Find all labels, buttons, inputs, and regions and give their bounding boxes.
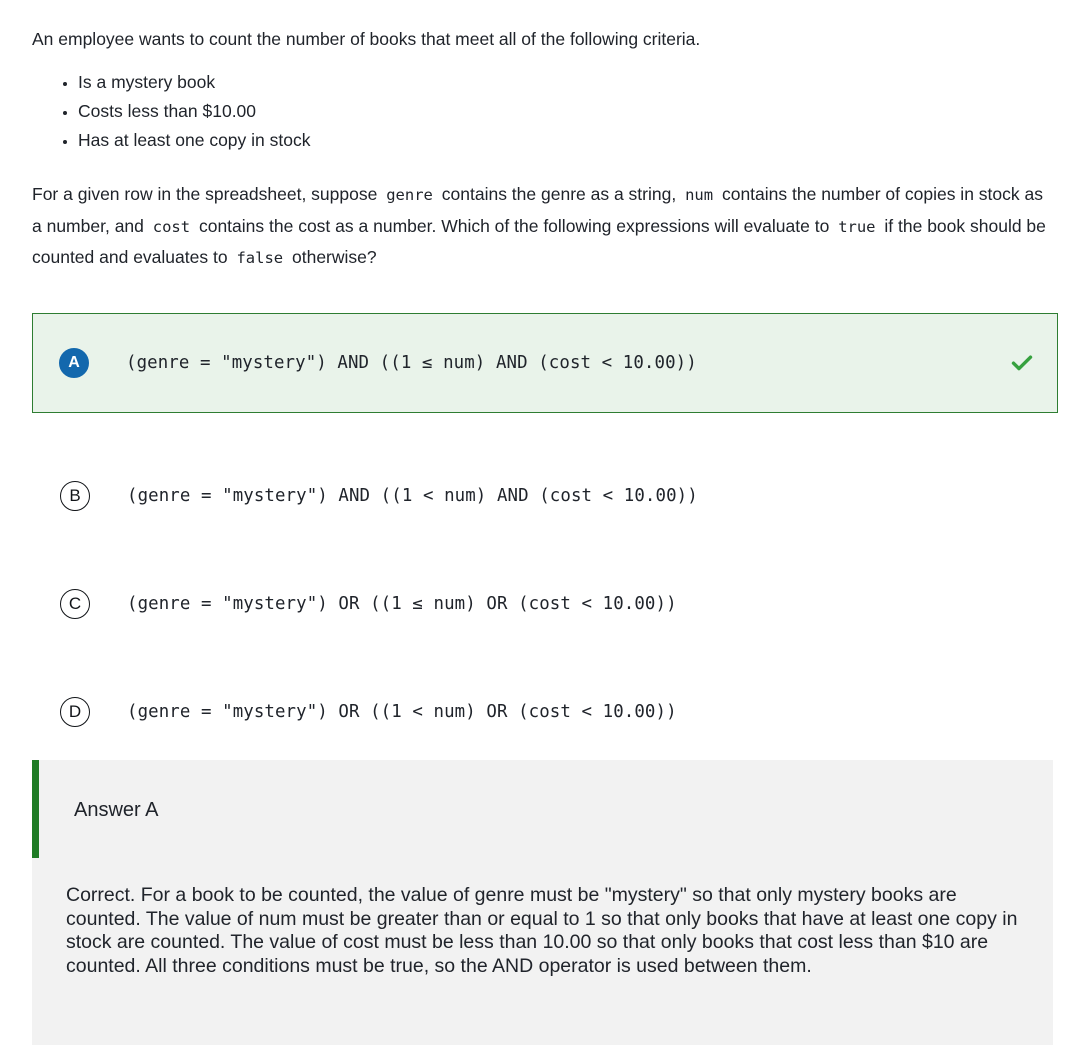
answer-panel: Answer A Correct. For a book to be count… (32, 760, 1053, 1045)
option-d-expression: (genre = "mystery") OR ((1 < num) OR (co… (127, 702, 677, 722)
paragraph-text-1: For a given row in the spreadsheet, supp… (32, 184, 378, 204)
option-a-badge: A (59, 348, 89, 378)
paragraph-text-4: contains the cost as a number. Which of … (198, 215, 830, 236)
paragraph-text-6: otherwise? (292, 247, 377, 267)
option-b-expression: (genre = "mystery") AND ((1 < num) AND (… (127, 486, 698, 506)
answer-accent-bar (32, 760, 39, 858)
option-a[interactable]: A (genre = "mystery") AND ((1 ≤ num) AND… (32, 313, 1058, 413)
code-genre: genre (386, 186, 433, 204)
option-b-badge: B (60, 481, 90, 511)
code-cost: cost (152, 217, 191, 236)
paragraph-text-2: contains the genre as a string, (441, 184, 677, 204)
spacer-a-b (32, 413, 1058, 469)
option-d[interactable]: D (genre = "mystery") OR ((1 < num) OR (… (32, 685, 1058, 739)
option-d-badge: D (60, 697, 90, 727)
code-false: false (236, 249, 284, 267)
code-num: num (685, 186, 714, 204)
question-stem: An employee wants to count the number of… (32, 26, 1056, 274)
option-b[interactable]: B (genre = "mystery") AND ((1 < num) AND… (32, 469, 1058, 523)
list-item: Costs less than $10.00 (78, 97, 1056, 126)
option-a-expression: (genre = "mystery") AND ((1 ≤ num) AND (… (126, 353, 697, 373)
criteria-list: Is a mystery book Costs less than $10.00… (32, 68, 1056, 155)
question-intro: An employee wants to count the number of… (32, 29, 701, 49)
answer-title: Answer A (74, 799, 159, 821)
spacer-c-d (32, 631, 1058, 685)
option-c-expression: (genre = "mystery") OR ((1 ≤ num) OR (co… (127, 594, 677, 614)
option-c-badge: C (60, 589, 90, 619)
question-page: An employee wants to count the number of… (0, 0, 1075, 1045)
question-paragraph: For a given row in the spreadsheet, supp… (32, 179, 1056, 274)
check-icon (1009, 350, 1035, 376)
list-item: Is a mystery book (78, 68, 1056, 97)
spacer-b-c (32, 523, 1058, 577)
list-item: Has at least one copy in stock (78, 126, 1056, 155)
option-c[interactable]: C (genre = "mystery") OR ((1 ≤ num) OR (… (32, 577, 1058, 631)
answer-explanation: Correct. For a book to be counted, the v… (66, 884, 1018, 977)
answer-options: A (genre = "mystery") AND ((1 ≤ num) AND… (32, 313, 1058, 739)
code-true: true (838, 217, 876, 236)
